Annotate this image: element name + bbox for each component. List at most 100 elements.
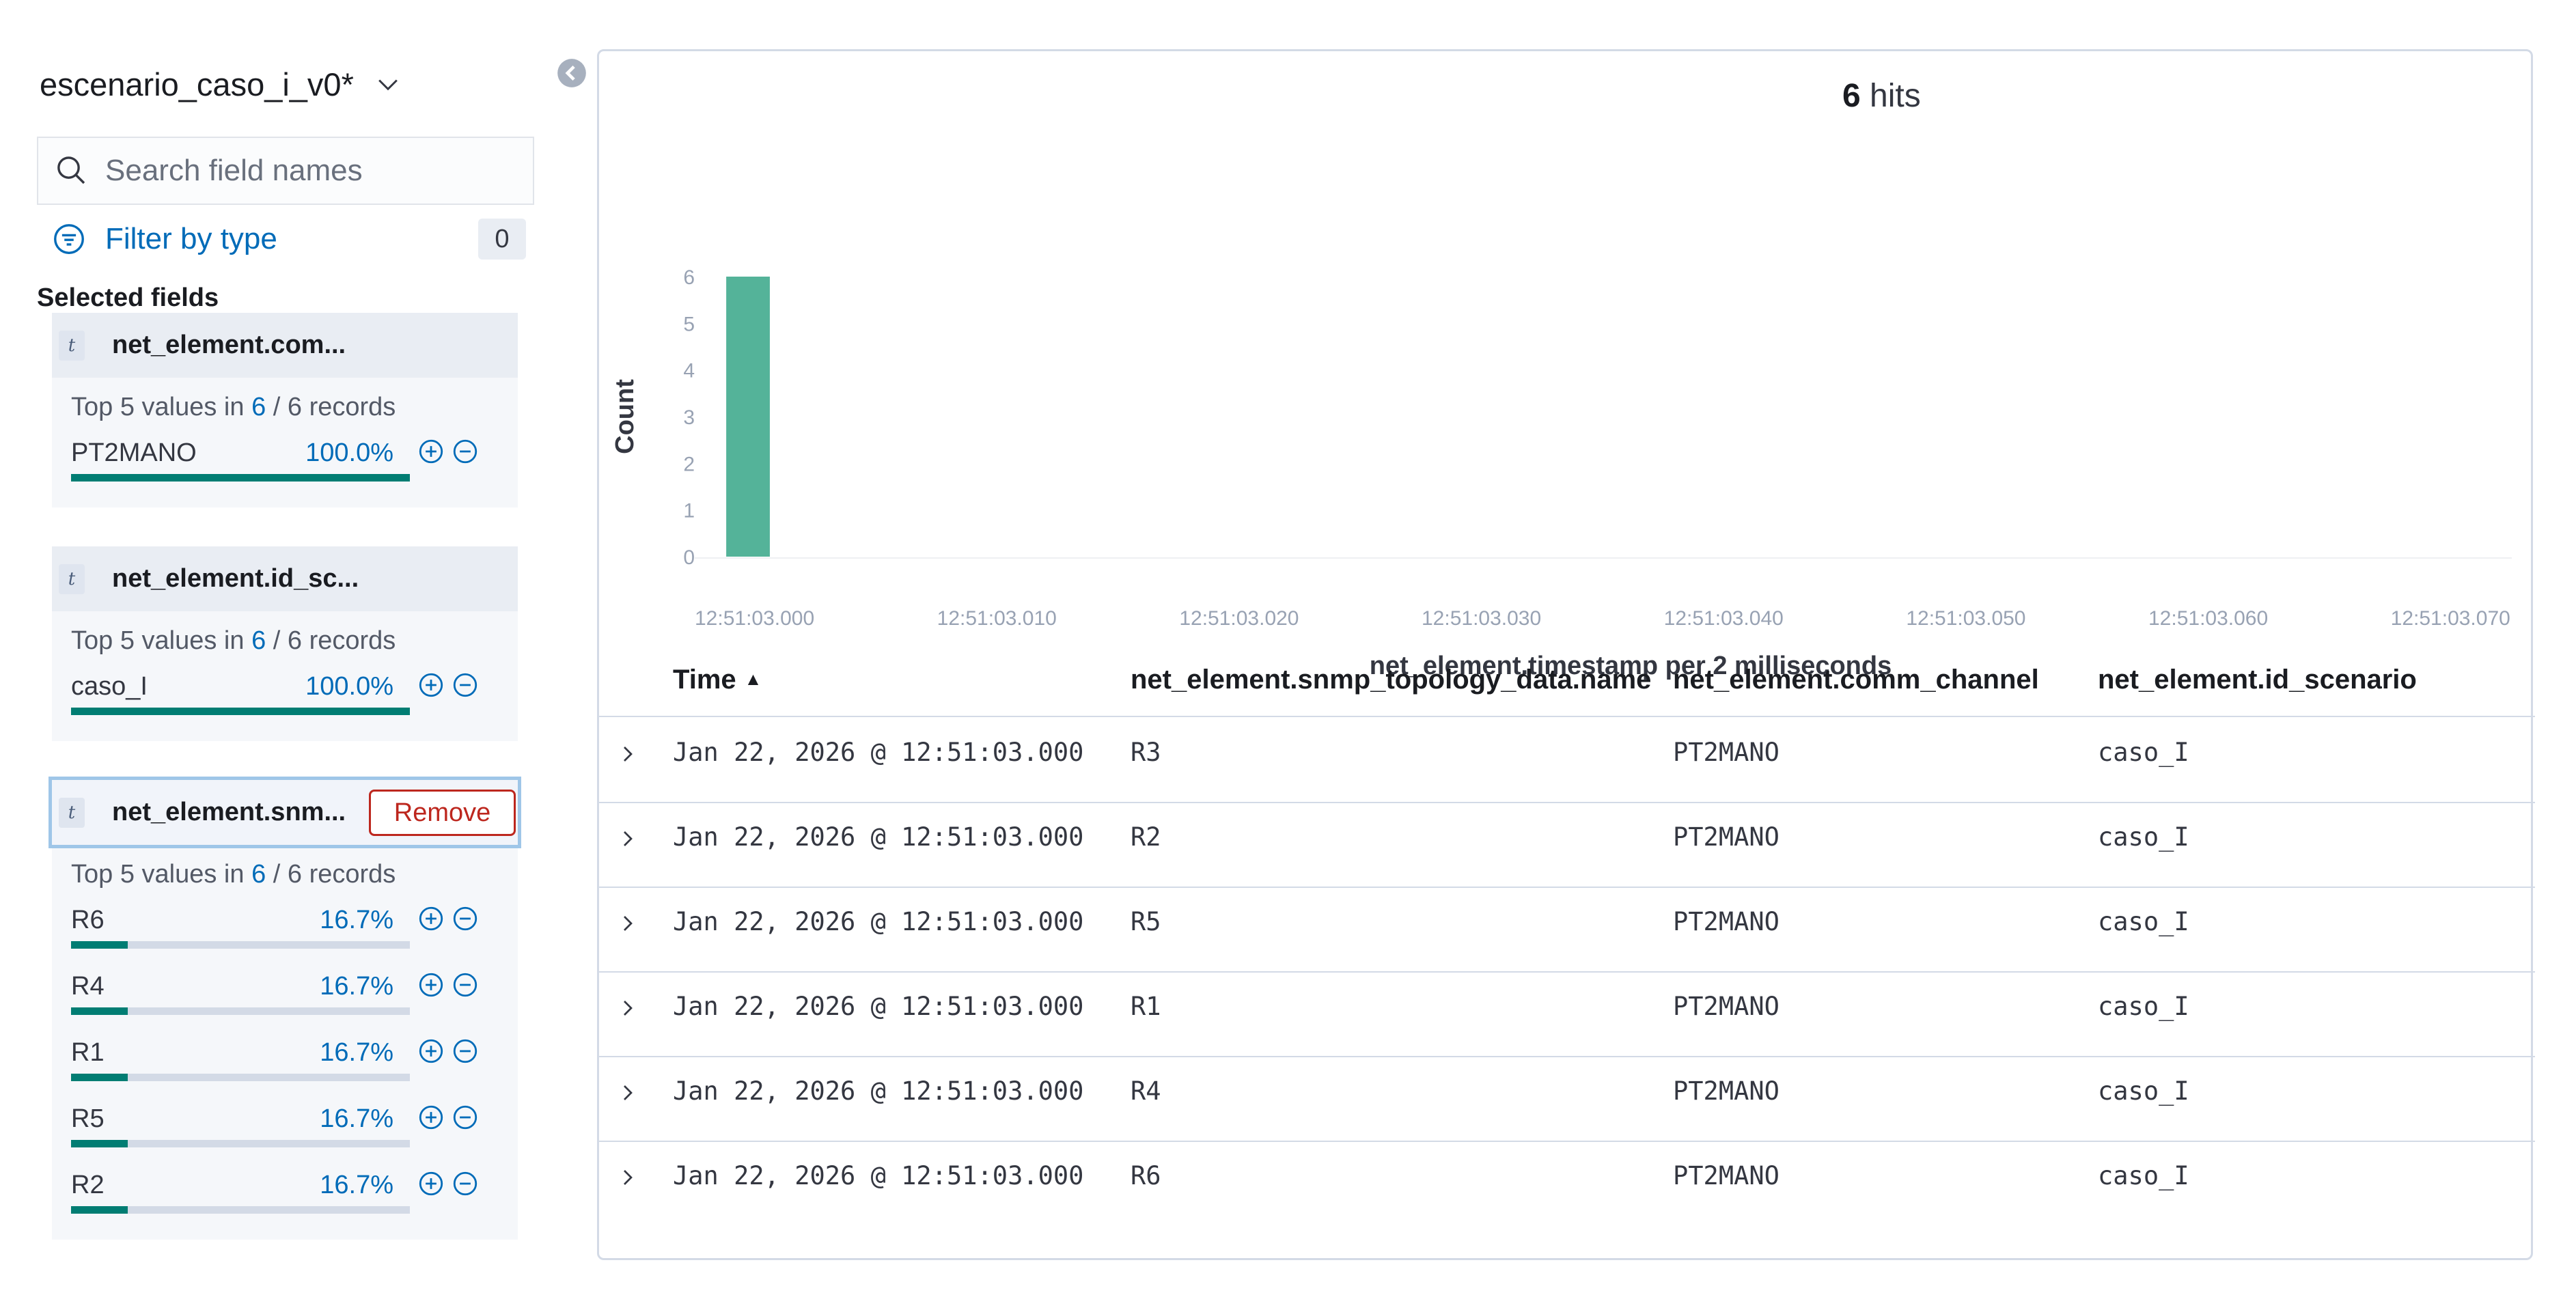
x-tick-label: 12:51:03.070 [2391,607,2510,630]
filter-out-value-icon[interactable] [451,671,480,699]
value-progress-bar [71,1206,410,1214]
expand-row-icon[interactable] [614,910,641,937]
table-row: Jan 22, 2026 @ 12:51:03.000 R2 PT2MANO caso… [599,803,2535,888]
field-sidebar: escenario_caso_i_v0* Filter by type 0 Se… [0,0,586,1297]
filter-for-value-icon[interactable] [417,904,445,933]
field-details: Top 5 values in 6 / 6 records R6 16.7% R4 1… [52,845,518,1240]
filter-for-value-icon[interactable] [417,1037,445,1065]
field-header[interactable]: t net_element.id_sc... [52,546,518,611]
remove-field-button[interactable]: Remove [369,790,516,836]
filter-by-type-row[interactable]: Filter by type 0 [51,215,529,263]
search-icon [57,156,85,184]
table-row: Jan 22, 2026 @ 12:51:03.000 R4 PT2MANO caso… [599,1057,2535,1142]
x-tick-label: 12:51:03.000 [695,607,814,630]
histogram-bar [726,277,770,557]
cell-time: Jan 22, 2026 @ 12:51:03.000 [673,1076,1084,1106]
cell-id-scenario: caso_I [2098,907,2189,936]
expand-row-icon[interactable] [614,740,641,768]
expand-row-icon[interactable] [614,994,641,1022]
value-progress-bar [71,941,410,949]
column-header-id-scenario[interactable]: net_element.id_scenario [2098,665,2417,695]
hits-count: 6 [1842,78,1861,114]
field-card-snmp-topology-name: t net_element.snm... Remove Top 5 values… [49,777,521,1240]
value-progress-bar [71,1007,410,1015]
filter-for-value-icon[interactable] [417,437,445,466]
table-row: Jan 22, 2026 @ 12:51:03.000 R3 PT2MANO caso… [599,719,2535,803]
table-row: Jan 22, 2026 @ 12:51:03.000 R1 PT2MANO caso… [599,973,2535,1057]
field-details: Top 5 values in 6 / 6 records PT2MANO 10… [52,378,518,507]
filter-out-value-icon[interactable] [451,1103,480,1132]
value-label: caso_I [71,672,148,701]
filter-out-value-icon[interactable] [451,904,480,933]
cell-comm-channel: PT2MANO [1673,1076,1779,1106]
y-tick-label: 5 [683,313,695,335]
value-percent: 16.7% [320,972,393,1001]
filter-icon [54,224,84,254]
cell-name: R4 [1131,1076,1161,1106]
field-header[interactable]: t net_element.com... [52,313,518,378]
cell-time: Jan 22, 2026 @ 12:51:03.000 [673,907,1084,936]
filter-count-badge: 0 [478,219,526,260]
string-type-icon: t [59,563,85,594]
filter-by-type-button[interactable]: Filter by type [105,222,277,256]
field-name: net_element.com... [112,331,346,359]
x-tick-label: 12:51:03.020 [1179,607,1299,630]
sort-ascending-icon[interactable]: ▲ [745,669,762,689]
selected-fields-title: Selected fields [37,283,219,312]
field-name: net_element.snm... [112,798,346,826]
value-label: R5 [71,1104,105,1133]
value-progress-bar [71,1140,410,1147]
y-tick-label: 6 [683,266,695,289]
value-progress-bar [71,1074,410,1081]
chevron-down-icon [378,79,398,91]
value-row: PT2MANO 100.0% [71,432,500,498]
filter-for-value-icon[interactable] [417,1169,445,1198]
x-tick-label: 12:51:03.030 [1422,607,1541,630]
cell-name: R1 [1131,992,1161,1021]
y-tick-label: 2 [683,453,695,475]
filter-for-value-icon[interactable] [417,971,445,999]
cell-name: R5 [1131,907,1161,936]
cell-id-scenario: caso_I [2098,992,2189,1021]
string-type-icon: t [59,330,85,361]
value-progress-bar [71,708,410,715]
cell-id-scenario: caso_I [2098,1076,2189,1106]
column-header-time[interactable]: Time ▲ [673,665,762,695]
field-card-comm-channel: t net_element.com... Top 5 values in 6 /… [52,313,518,507]
filter-out-value-icon[interactable] [451,437,480,466]
cell-time: Jan 22, 2026 @ 12:51:03.000 [673,992,1084,1021]
value-label: R2 [71,1171,105,1199]
search-field-names[interactable] [37,137,534,205]
cell-name: R6 [1131,1161,1161,1190]
field-header[interactable]: t net_element.snm... Remove [49,777,521,848]
cell-id-scenario: caso_I [2098,738,2189,767]
x-tick-label: 12:51:03.060 [2148,607,2268,630]
filter-out-value-icon[interactable] [451,971,480,999]
expand-row-icon[interactable] [614,1164,641,1191]
cell-comm-channel: PT2MANO [1673,992,1779,1021]
x-tick-label: 12:51:03.010 [937,607,1057,630]
value-row: R2 16.7% [71,1164,500,1230]
expand-row-icon[interactable] [614,1079,641,1106]
search-input[interactable] [105,154,515,188]
filter-for-value-icon[interactable] [417,671,445,699]
column-header-name[interactable]: net_element.snmp_topology_data.name [1131,665,1651,695]
filter-out-value-icon[interactable] [451,1169,480,1198]
value-label: R6 [71,906,105,934]
cell-comm-channel: PT2MANO [1673,1161,1779,1190]
cell-time: Jan 22, 2026 @ 12:51:03.000 [673,738,1084,767]
y-axis-label: Count [611,379,639,454]
column-header-comm-channel[interactable]: net_element.comm_channel [1673,665,2039,695]
cell-id-scenario: caso_I [2098,822,2189,852]
field-details: Top 5 values in 6 / 6 records caso_I 100… [52,611,518,741]
filter-out-value-icon[interactable] [451,1037,480,1065]
hits-counter: 6 hits [1842,77,1921,115]
y-tick-label: 0 [683,546,695,569]
expand-row-icon[interactable] [614,825,641,852]
value-label: R1 [71,1038,105,1067]
filter-for-value-icon[interactable] [417,1103,445,1132]
index-pattern-switcher[interactable]: escenario_caso_i_v0* [40,60,403,108]
value-percent: 100.0% [305,438,393,467]
collapse-sidebar-icon[interactable] [555,56,589,90]
value-row: R6 16.7% [71,899,500,965]
